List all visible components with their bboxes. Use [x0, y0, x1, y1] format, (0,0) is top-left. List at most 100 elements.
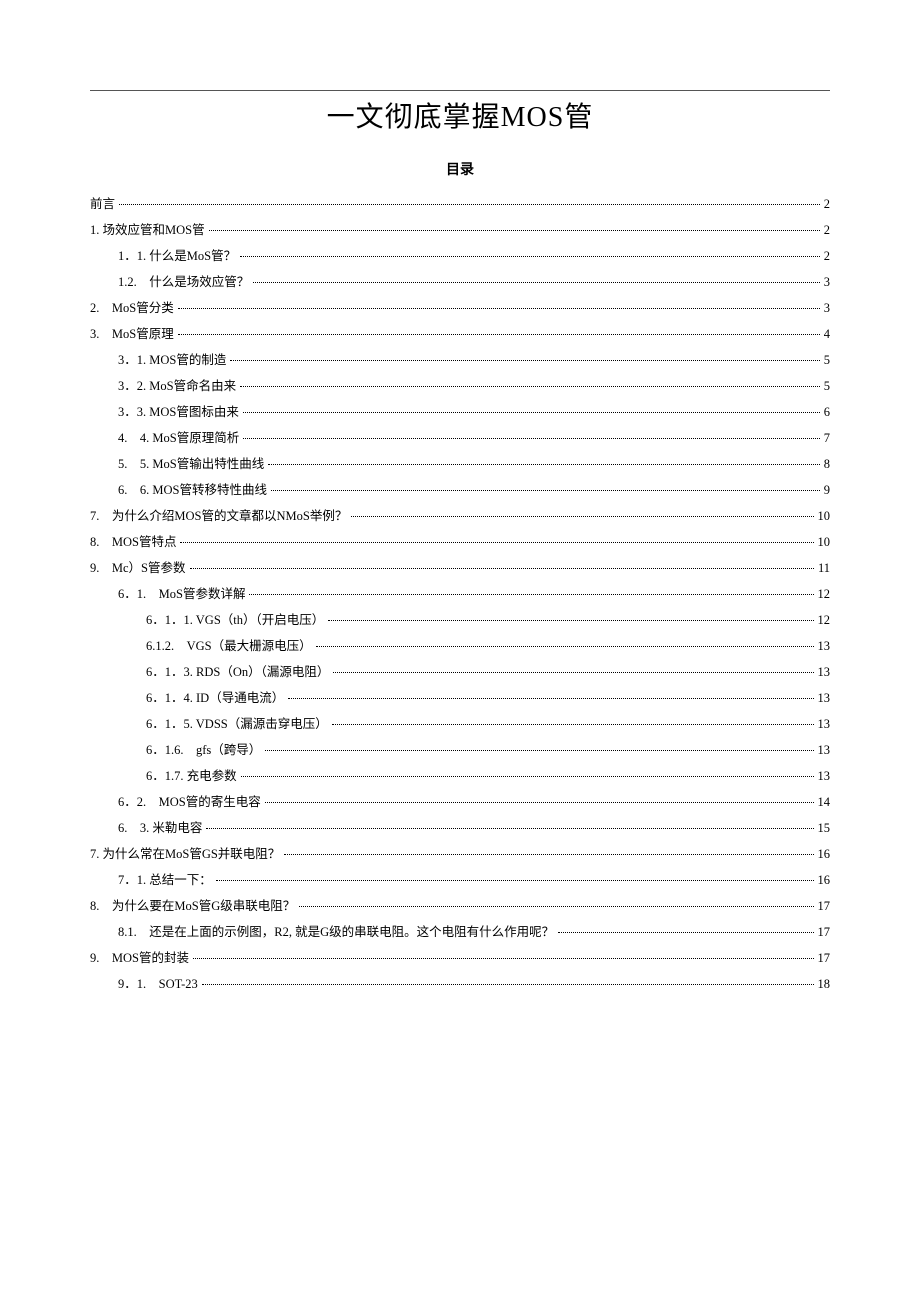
- toc-entry-page: 5: [824, 373, 830, 399]
- toc-entry-page: 7: [824, 425, 830, 451]
- toc-entry-page: 13: [818, 737, 831, 763]
- toc-entry-label: 8. MOS管特点: [90, 529, 176, 555]
- toc-entry-page: 17: [818, 919, 831, 945]
- toc-leader-dots: [209, 230, 820, 231]
- toc-entry-page: 12: [818, 607, 831, 633]
- toc-leader-dots: [253, 282, 819, 283]
- toc-entry-page: 3: [824, 295, 830, 321]
- toc-entry-page: 15: [818, 815, 831, 841]
- toc-leader-dots: [249, 594, 813, 595]
- toc-entry-label: 6．1.6. gfs（跨导）: [146, 737, 261, 763]
- toc-entry[interactable]: 1. 场效应管和MOS管2: [90, 217, 830, 243]
- toc-entry-label: 6. 3. 米勒电容: [118, 815, 202, 841]
- toc-leader-dots: [193, 958, 814, 959]
- toc-entry[interactable]: 6．1．3. RDS（On）（漏源电阻）13: [90, 659, 830, 685]
- toc-entry[interactable]: 7. 为什么常在MoS管GS并联电阻？16: [90, 841, 830, 867]
- document-title: 一文彻底掌握MOS管: [90, 90, 830, 135]
- toc-entry-page: 5: [824, 347, 830, 373]
- toc-entry-label: 7．1. 总结一下：: [118, 867, 212, 893]
- toc-entry-page: 17: [818, 945, 831, 971]
- toc-entry-page: 6: [824, 399, 830, 425]
- toc-leader-dots: [190, 568, 814, 569]
- toc-entry-label: 8. 为什么要在MoS管G级串联电阻？: [90, 893, 295, 919]
- toc-entry[interactable]: 8. 为什么要在MoS管G级串联电阻？ 17: [90, 893, 830, 919]
- toc-entry-label: 6．1. MoS管参数详解: [118, 581, 245, 607]
- toc-entry[interactable]: 4. 4. MoS管原理简析 7: [90, 425, 830, 451]
- toc-leader-dots: [316, 646, 814, 647]
- toc-entry-label: 6．1．5. VDSS（漏源击穿电压）: [146, 711, 328, 737]
- toc-entry[interactable]: 6．1．5. VDSS（漏源击穿电压） 13: [90, 711, 830, 737]
- toc-entry[interactable]: 7. 为什么介绍MOS管的文章都以NMoS举例？ 10: [90, 503, 830, 529]
- toc-leader-dots: [265, 802, 814, 803]
- toc-entry-page: 2: [824, 243, 830, 269]
- toc-entry-page: 2: [824, 191, 830, 217]
- toc-entry[interactable]: 3．1. MOS管的制造5: [90, 347, 830, 373]
- toc-leader-dots: [284, 854, 813, 855]
- toc-entry[interactable]: 8. MOS管特点 10: [90, 529, 830, 555]
- toc-entry[interactable]: 6.1.2. VGS（最大栅源电压）13: [90, 633, 830, 659]
- toc-leader-dots: [119, 204, 820, 205]
- toc-entry[interactable]: 3．2. MoS管命名由来5: [90, 373, 830, 399]
- toc-leader-dots: [241, 776, 814, 777]
- toc-entry-label: 8.1. 还是在上面的示例图，R2, 就是G级的串联电阻。这个电阻有什么作用呢？: [118, 919, 554, 945]
- toc-entry-label: 6．1．3. RDS（On）（漏源电阻）: [146, 659, 329, 685]
- toc-entry[interactable]: 6. 6. MOS管转移特性曲线 9: [90, 477, 830, 503]
- toc-entry[interactable]: 前言 2: [90, 191, 830, 217]
- toc-entry[interactable]: 2. MoS管分类 3: [90, 295, 830, 321]
- toc-entry[interactable]: 6．2. MOS管的寄生电容 14: [90, 789, 830, 815]
- toc-entry-page: 17: [818, 893, 831, 919]
- toc-entry[interactable]: 9．1. SOT-2318: [90, 971, 830, 997]
- toc-entry-label: 1. 场效应管和MOS管: [90, 217, 205, 243]
- toc-entry[interactable]: 6．1．4. ID（导通电流）13: [90, 685, 830, 711]
- toc-entry-label: 4. 4. MoS管原理简析: [118, 425, 239, 451]
- toc-entry[interactable]: 6．1.7. 充电参数13: [90, 763, 830, 789]
- toc-entry-page: 13: [818, 763, 831, 789]
- toc-leader-dots: [332, 724, 814, 725]
- toc-entry-page: 8: [824, 451, 830, 477]
- toc-entry[interactable]: 6．1. MoS管参数详解12: [90, 581, 830, 607]
- toc-entry-page: 13: [818, 685, 831, 711]
- toc-entry-label: 1．1. 什么是MoS管？: [118, 243, 236, 269]
- toc-entry-label: 9. MOS管的封装: [90, 945, 189, 971]
- toc-entry[interactable]: 9. Mc）S管参数 11: [90, 555, 830, 581]
- toc-entry-page: 9: [824, 477, 830, 503]
- toc-entry-label: 6．2. MOS管的寄生电容: [118, 789, 261, 815]
- toc-entry-label: 前言: [90, 191, 115, 217]
- toc-leader-dots: [333, 672, 813, 673]
- toc-entry-label: 6. 6. MOS管转移特性曲线: [118, 477, 267, 503]
- table-of-contents: 前言21. 场效应管和MOS管21．1. 什么是MoS管？21.2. 什么是场效…: [90, 191, 830, 997]
- toc-leader-dots: [243, 438, 820, 439]
- toc-entry-page: 10: [818, 529, 831, 555]
- toc-entry[interactable]: 1.2. 什么是场效应管？3: [90, 269, 830, 295]
- toc-entry-page: 11: [818, 555, 830, 581]
- toc-entry-label: 3. MoS管原理: [90, 321, 174, 347]
- toc-entry-label: 6.1.2. VGS（最大栅源电压）: [146, 633, 312, 659]
- toc-leader-dots: [351, 516, 813, 517]
- toc-entry-page: 10: [818, 503, 831, 529]
- toc-entry[interactable]: 8.1. 还是在上面的示例图，R2, 就是G级的串联电阻。这个电阻有什么作用呢？…: [90, 919, 830, 945]
- toc-entry[interactable]: 5. 5. MoS管输出特性曲线8: [90, 451, 830, 477]
- toc-entry[interactable]: 9. MOS管的封装 17: [90, 945, 830, 971]
- toc-leader-dots: [180, 542, 813, 543]
- toc-entry[interactable]: 3．3. MOS管图标由来 6: [90, 399, 830, 425]
- toc-entry[interactable]: 6．1.6. gfs（跨导） 13: [90, 737, 830, 763]
- toc-entry[interactable]: 1．1. 什么是MoS管？ 2: [90, 243, 830, 269]
- toc-entry[interactable]: 3. MoS管原理4: [90, 321, 830, 347]
- toc-entry-page: 3: [824, 269, 830, 295]
- toc-entry[interactable]: 7．1. 总结一下：16: [90, 867, 830, 893]
- toc-entry-page: 13: [818, 711, 831, 737]
- toc-entry-page: 14: [818, 789, 831, 815]
- toc-entry-label: 9. Mc）S管参数: [90, 555, 186, 581]
- toc-entry-label: 6．1．1. VGS（th）（开启电压）: [146, 607, 324, 633]
- toc-heading: 目录: [90, 159, 830, 179]
- toc-leader-dots: [230, 360, 819, 361]
- toc-leader-dots: [299, 906, 813, 907]
- toc-entry-label: 7. 为什么介绍MOS管的文章都以NMoS举例？: [90, 503, 347, 529]
- toc-leader-dots: [558, 932, 813, 933]
- toc-entry[interactable]: 6. 3. 米勒电容 15: [90, 815, 830, 841]
- toc-entry-label: 9．1. SOT-23: [118, 971, 198, 997]
- toc-leader-dots: [328, 620, 813, 621]
- toc-entry[interactable]: 6．1．1. VGS（th）（开启电压） 12: [90, 607, 830, 633]
- toc-entry-label: 3．3. MOS管图标由来: [118, 399, 239, 425]
- toc-entry-label: 2. MoS管分类: [90, 295, 174, 321]
